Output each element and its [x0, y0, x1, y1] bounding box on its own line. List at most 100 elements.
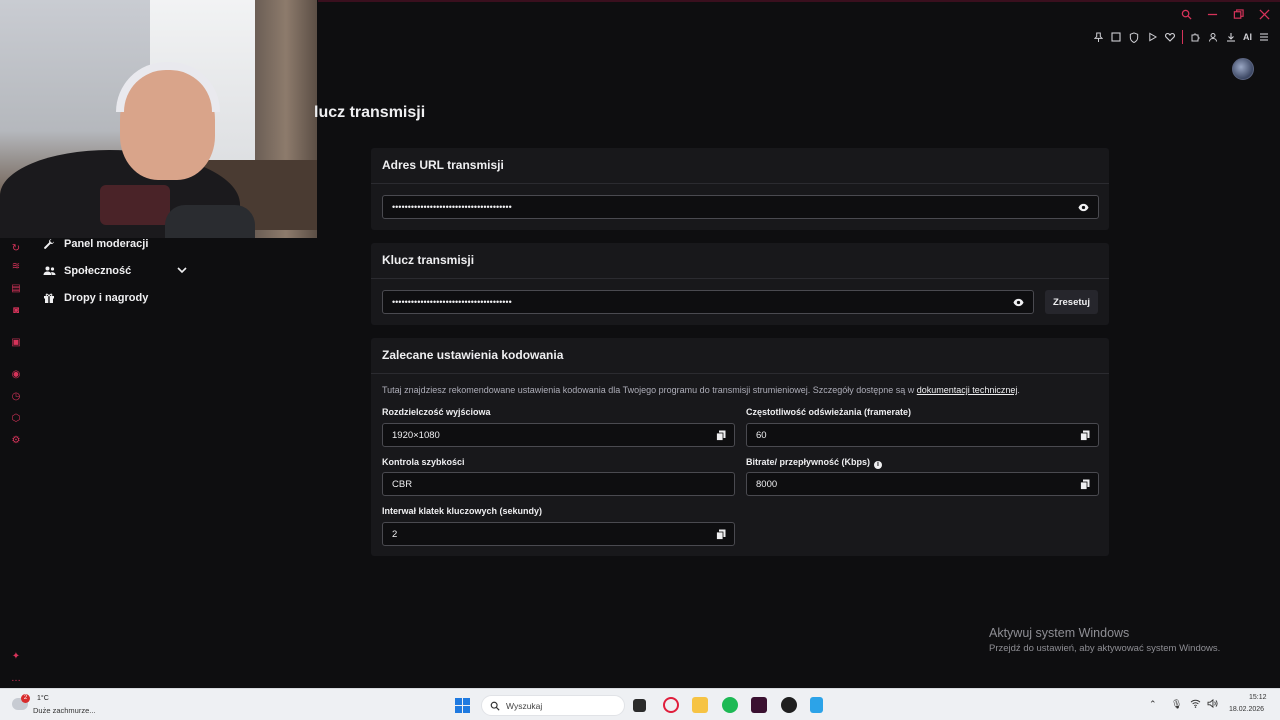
tray-chevron-up-icon[interactable]: ⌃: [1149, 699, 1157, 710]
rate-control-field[interactable]: CBR: [382, 472, 735, 496]
encoding-description-text: Tutaj znajdziesz rekomendowane ustawieni…: [382, 385, 917, 395]
snapshot-icon[interactable]: [1110, 30, 1122, 44]
rail-player-icon[interactable]: ◉: [10, 368, 22, 380]
keyframe-label: Interwał klatek kluczowych (sekundy): [382, 506, 543, 516]
spotify-icon[interactable]: [722, 697, 738, 713]
stream-url-field[interactable]: ••••••••••••••••••••••••••••••••••••••: [382, 195, 1099, 219]
sidebar-item-label: Dropy i nagrody: [64, 292, 149, 304]
reset-key-button[interactable]: Zresetuj: [1045, 290, 1098, 314]
webcam-shirt-print: [100, 185, 170, 225]
encoding-description: Tutaj znajdziesz rekomendowane ustawieni…: [382, 385, 1020, 395]
screen: AI ↻ ≋ ▤ ◙ ▣ ◉ ◷ ⬡ ⚙ ✦ … Panel moderacji…: [0, 0, 1280, 720]
rail-history-icon[interactable]: ◷: [10, 390, 22, 402]
copy-icon[interactable]: [1080, 430, 1090, 441]
webcam-overlay: [0, 0, 317, 238]
premiere-icon[interactable]: [751, 697, 767, 713]
activation-watermark-title: Aktywuj system Windows: [989, 626, 1130, 640]
search-icon: [490, 701, 500, 711]
encoding-description-end: .: [1017, 385, 1020, 395]
heart-icon[interactable]: [1164, 30, 1176, 44]
restore-icon[interactable]: [1232, 8, 1244, 20]
copy-icon[interactable]: [716, 529, 726, 540]
resolution-value: 1920×1080: [392, 429, 440, 441]
menu-icon[interactable]: [1258, 30, 1270, 44]
sidebar-item-community[interactable]: Społeczność: [42, 264, 131, 278]
activation-watermark-subtitle: Przejdź do ustawień, aby aktywować syste…: [989, 643, 1221, 654]
resolution-field[interactable]: 1920×1080: [382, 423, 735, 447]
stream-key-field[interactable]: ••••••••••••••••••••••••••••••••••••••: [382, 290, 1034, 314]
volume-icon[interactable]: [1207, 698, 1218, 710]
bitrate-label-text: Bitrate/ przepływność (Kbps): [746, 457, 871, 467]
sidebar-item-label: Panel moderacji: [64, 238, 149, 250]
gift-icon: [42, 291, 56, 305]
encoding-title: Zalecane ustawienia kodowania: [371, 338, 1109, 374]
user-avatar[interactable]: [1232, 58, 1254, 80]
divider-line: [1182, 30, 1183, 44]
obs-icon[interactable]: [781, 697, 797, 713]
bitrate-field[interactable]: 8000: [746, 472, 1099, 496]
minimize-icon[interactable]: [1206, 8, 1218, 20]
rail-layers-icon[interactable]: ≋: [10, 260, 22, 272]
eye-icon[interactable]: [1078, 202, 1089, 213]
bitrate-value: 8000: [756, 478, 778, 490]
stream-url-title: Adres URL transmisji: [371, 148, 1109, 184]
clock-time[interactable]: 15:12: [1249, 694, 1267, 701]
shield-icon[interactable]: [1128, 30, 1140, 44]
search-placeholder: Wyszukaj: [506, 700, 543, 711]
weather-temperature[interactable]: 1°C: [37, 695, 49, 702]
wrench-icon: [42, 237, 56, 251]
extensions-icon[interactable]: [1189, 30, 1201, 44]
copy-icon[interactable]: [716, 430, 726, 441]
rail-more-icon[interactable]: …: [10, 672, 22, 684]
microphone-icon[interactable]: 🎙: [1171, 699, 1182, 710]
clock-date[interactable]: 18.02.2026: [1229, 706, 1264, 713]
technical-docs-link[interactable]: dokumentacji technicznej: [917, 385, 1018, 395]
keyframe-value: 2: [392, 528, 398, 540]
browser-accent-line: [318, 0, 1280, 2]
chevron-down-icon[interactable]: [176, 264, 188, 276]
pin-icon[interactable]: [1092, 30, 1104, 44]
wifi-icon[interactable]: [1190, 699, 1201, 710]
stream-key-masked-value: ••••••••••••••••••••••••••••••••••••••: [392, 297, 512, 307]
windows-start-icon[interactable]: [455, 698, 470, 713]
rail-gx-icon[interactable]: ✦: [10, 650, 22, 662]
ai-button[interactable]: AI: [1243, 30, 1252, 44]
weather-condition[interactable]: Duże zachmurze...: [33, 706, 96, 715]
rail-refresh-icon[interactable]: ↻: [10, 242, 22, 254]
sidebar-item-drops[interactable]: Dropy i nagrody: [42, 291, 148, 305]
rail-chat-icon[interactable]: ▤: [10, 282, 22, 294]
webcam-chair: [165, 205, 255, 238]
sidebar-item-moderation[interactable]: Panel moderacji: [42, 237, 148, 251]
rail-settings-icon[interactable]: ⚙: [10, 434, 22, 446]
copy-icon[interactable]: [1080, 479, 1090, 490]
close-icon[interactable]: [1258, 8, 1270, 20]
framerate-value: 60: [756, 429, 767, 441]
bitrate-label: Bitrate/ przepływność (Kbps) i: [746, 457, 883, 469]
opera-gx-icon[interactable]: [663, 697, 679, 713]
window-controls: [1180, 8, 1270, 20]
notepad-icon[interactable]: [810, 697, 823, 713]
framerate-label: Częstotliwość odświeżania (framerate): [746, 407, 912, 417]
eye-icon[interactable]: [1013, 297, 1024, 308]
rate-control-value: CBR: [392, 478, 413, 490]
browser-toolbar: AI: [1092, 30, 1270, 44]
account-icon[interactable]: [1207, 30, 1219, 44]
resolution-label: Rozdzielczość wyjściowa: [382, 407, 491, 417]
framerate-field[interactable]: 60: [746, 423, 1099, 447]
taskbar-search[interactable]: Wyszukaj: [481, 695, 625, 716]
rate-control-label: Kontrola szybkości: [382, 457, 465, 467]
rail-messenger-icon[interactable]: ◙: [10, 304, 22, 316]
download-icon[interactable]: [1225, 30, 1237, 44]
weather-badge: 2: [21, 694, 30, 703]
left-icon-rail: ↻ ≋ ▤ ◙ ▣ ◉ ◷ ⬡ ⚙ ✦ …: [0, 238, 32, 688]
file-explorer-icon[interactable]: [692, 697, 708, 713]
page-title: lucz transmisji: [314, 104, 426, 121]
rail-extensions-icon[interactable]: ⬡: [10, 412, 22, 424]
users-icon: [42, 264, 56, 278]
browser-search-icon[interactable]: [1180, 8, 1192, 20]
rail-twitch-icon[interactable]: ▣: [10, 336, 22, 348]
info-icon[interactable]: i: [874, 461, 883, 469]
task-view-icon[interactable]: [633, 699, 646, 712]
keyframe-field[interactable]: 2: [382, 522, 735, 546]
play-icon[interactable]: [1146, 30, 1158, 44]
